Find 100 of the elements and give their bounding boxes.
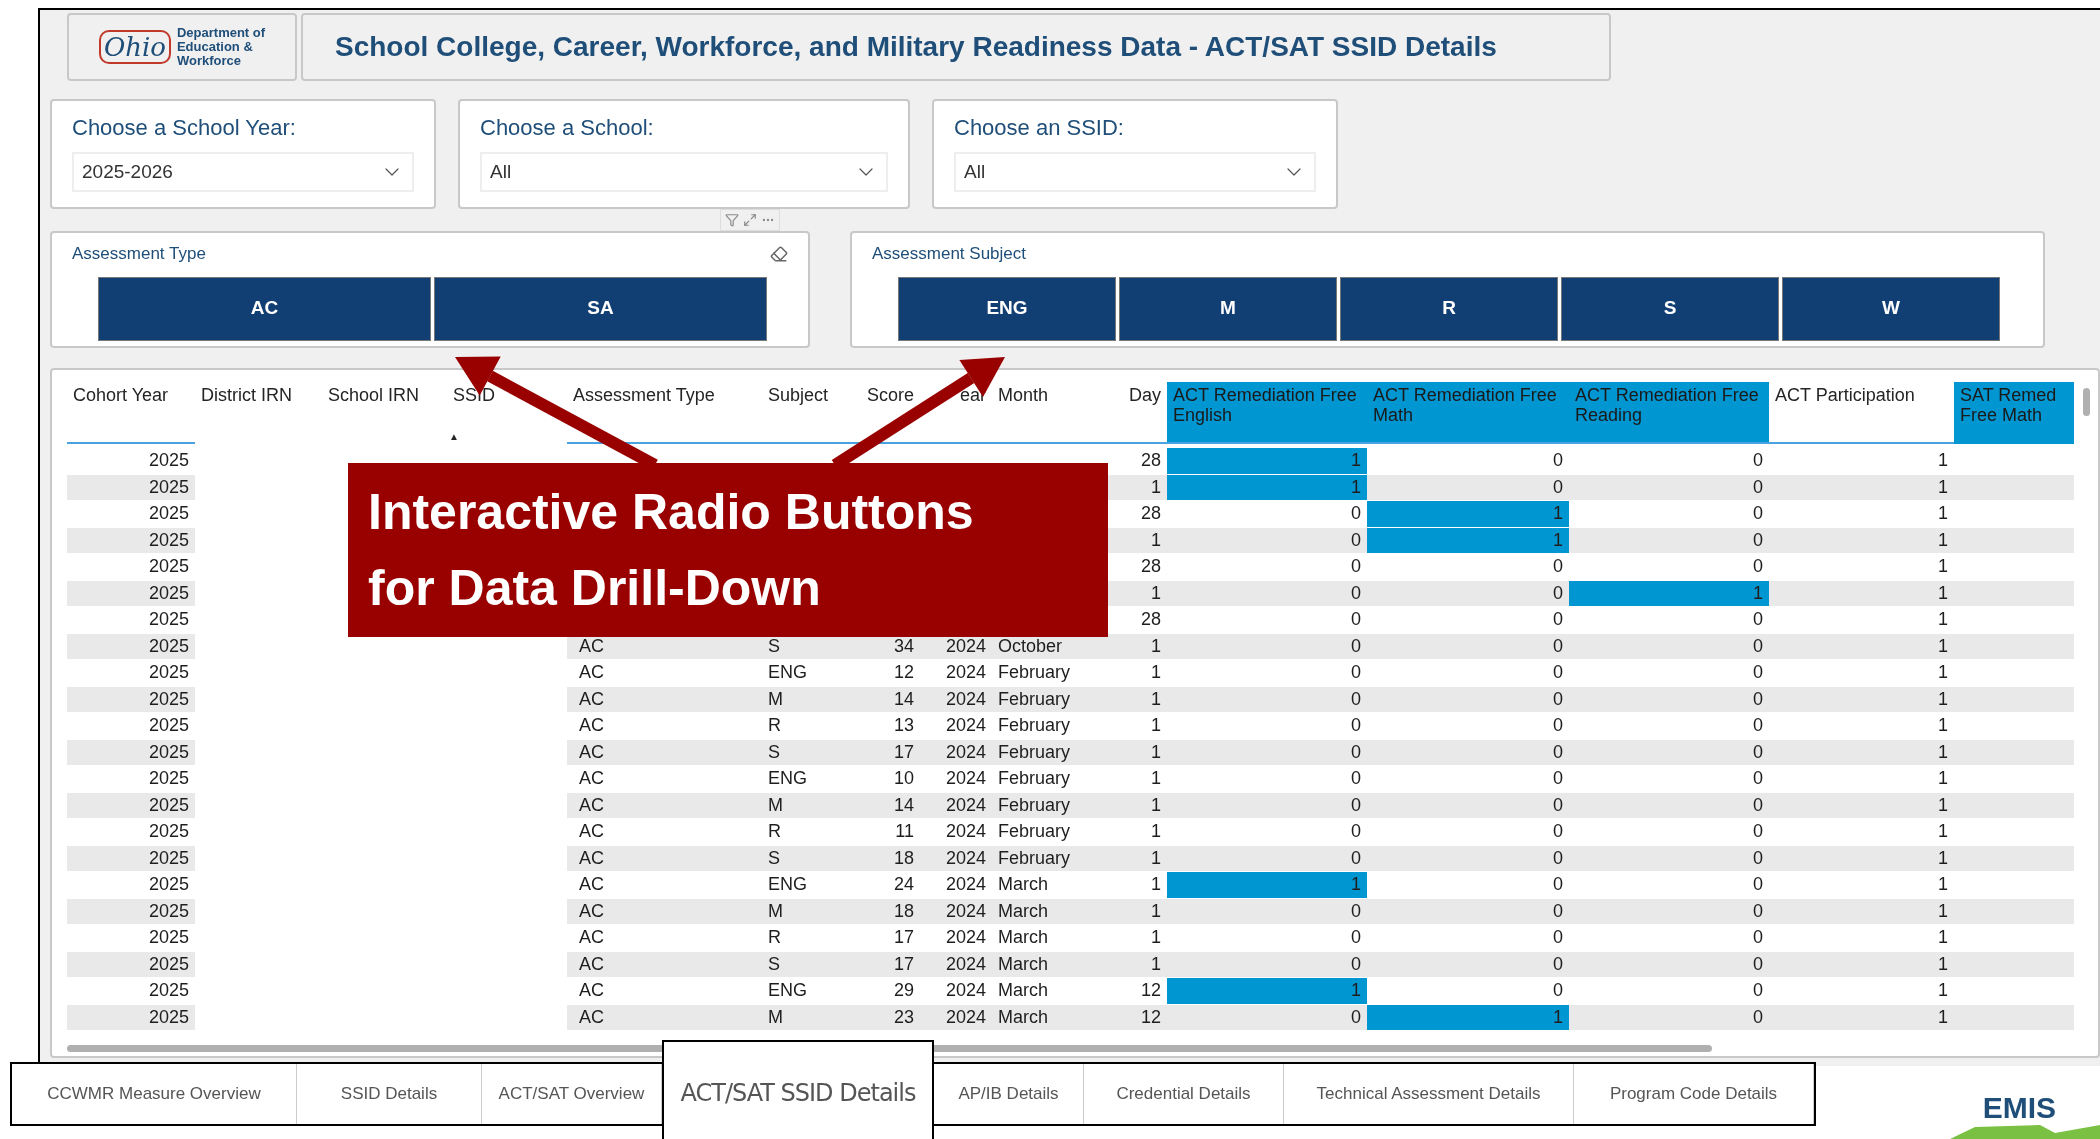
table-cell: February [992, 792, 1092, 819]
table-cell: 0 [1569, 686, 1769, 713]
table-cell: March [992, 1004, 1092, 1031]
table-cell: 1 [1167, 474, 1367, 501]
table-cell: 0 [1569, 633, 1769, 660]
table-cell: 0 [1367, 633, 1569, 660]
table-cell: 2024 [920, 845, 992, 872]
table-cell: February [992, 739, 1092, 766]
slicer-button[interactable]: SA [434, 276, 767, 341]
table-cell: 1 [1367, 501, 1569, 528]
logo-text: Department of Education & Workforce [176, 26, 266, 68]
slicer-button[interactable]: R [1340, 276, 1558, 341]
table-cell: 0 [1367, 898, 1569, 925]
table-cell: 1 [1769, 633, 1954, 660]
brand-wordmark: EMIS [1982, 1093, 2056, 1123]
table-cell: 2024 [920, 951, 992, 978]
table-cell: 0 [1367, 792, 1569, 819]
table-cell: 1 [1769, 686, 1954, 713]
table-cell: 1 [1167, 978, 1367, 1005]
table-cell: 1 [1769, 898, 1954, 925]
table-cell: AC [567, 898, 762, 925]
dropdown-field[interactable]: All [954, 152, 1316, 192]
table-cell: 0 [1167, 1004, 1367, 1031]
report-tab[interactable]: Technical Assessment Details [1284, 1064, 1574, 1124]
table-cell: 2025 [67, 739, 195, 766]
vertical-scrollbar[interactable] [2083, 388, 2090, 416]
slicer-title: Assessment Subject [872, 243, 1026, 265]
table-cell: 1 [1092, 633, 1167, 660]
table-cell: 1 [1769, 580, 1954, 607]
table-cell: 17 [852, 739, 920, 766]
column-header[interactable]: ACT Remediation Free Reading [1569, 382, 1769, 444]
sort-indicator[interactable]: ▲ [449, 432, 459, 442]
table-cell: 0 [1569, 898, 1769, 925]
table-cell: March [992, 951, 1092, 978]
slicer-button[interactable]: S [1561, 276, 1779, 341]
table-cell: 17 [852, 951, 920, 978]
slicer-button[interactable]: W [1782, 276, 2000, 341]
table-cell: 2025 [67, 951, 195, 978]
table-cell: 1 [1769, 1004, 1954, 1031]
slicer-button[interactable]: M [1119, 276, 1337, 341]
table-cell: 2025 [67, 686, 195, 713]
table-cell: 0 [1367, 951, 1569, 978]
table-cell: 1 [1092, 686, 1167, 713]
eraser-icon[interactable] [770, 244, 788, 263]
table-cell: 2024 [920, 686, 992, 713]
report-tab[interactable]: Credential Details [1084, 1064, 1284, 1124]
table-cell: 0 [1569, 1004, 1769, 1031]
report-tab[interactable]: CCWMR Measure Overview [12, 1064, 297, 1124]
column-header[interactable]: Subject [762, 382, 852, 444]
column-header[interactable]: SAT Remed Free Math [1954, 382, 2074, 444]
focus-mode-icon[interactable] [743, 213, 757, 227]
report-tab[interactable]: ACT/SAT SSID Details [662, 1040, 934, 1139]
table-cell: 2024 [920, 792, 992, 819]
report-tab[interactable]: AP/IB Details [934, 1064, 1084, 1124]
column-header[interactable]: Score [852, 382, 920, 444]
table-cell: 14 [852, 792, 920, 819]
table-cell: 0 [1367, 580, 1569, 607]
table-cell: 1 [1167, 448, 1367, 475]
slicer-button[interactable]: ENG [898, 276, 1116, 341]
table-cell: 2025 [67, 1004, 195, 1031]
dropdown-field[interactable]: All [480, 152, 888, 192]
table-cell: 18 [852, 845, 920, 872]
table-cell: 2025 [67, 633, 195, 660]
table-cell: 0 [1569, 474, 1769, 501]
table-cell: AC [567, 845, 762, 872]
callout-box: Interactive Radio Buttons for Data Drill-Down [348, 463, 1108, 637]
column-header[interactable]: ACT Remediation Free Math [1367, 382, 1569, 444]
table-cell: M [762, 1004, 852, 1031]
table-cell: S [762, 739, 852, 766]
table-cell: 0 [1569, 527, 1769, 554]
table-cell: 14 [852, 686, 920, 713]
column-header[interactable]: ACT Remediation Free English [1167, 382, 1367, 444]
slicer-title: Assessment Type [72, 243, 206, 265]
table-cell: 1 [1769, 792, 1954, 819]
column-header[interactable]: Month [992, 382, 1092, 444]
table-cell: 2024 [920, 898, 992, 925]
filter-label: Choose an SSID: [954, 114, 1125, 142]
dropdown-field[interactable]: 2025-2026 [72, 152, 414, 192]
report-tab[interactable]: Program Code Details [1574, 1064, 1814, 1124]
table-cell: 0 [1167, 845, 1367, 872]
table-cell: M [762, 686, 852, 713]
table-cell: AC [567, 739, 762, 766]
table-cell: AC [567, 686, 762, 713]
table-cell: 2025 [67, 527, 195, 554]
table-cell: 1 [1769, 845, 1954, 872]
column-header[interactable]: District IRN [195, 382, 322, 444]
report-tab[interactable]: SSID Details [297, 1064, 482, 1124]
column-header[interactable]: SSID ▲ [447, 382, 567, 444]
table-cell: 18 [852, 898, 920, 925]
column-header[interactable]: Assessment Type [567, 382, 762, 444]
table-cell: M [762, 792, 852, 819]
column-header[interactable]: Cohort Year [67, 382, 195, 444]
column-header[interactable]: School IRN [322, 382, 447, 444]
table-cell: 1 [1167, 872, 1367, 899]
table-cell: 2025 [67, 474, 195, 501]
table-cell: February [992, 845, 1092, 872]
filter-label: Choose a School: [480, 114, 655, 142]
slicer-button[interactable]: AC [98, 276, 431, 341]
table-cell: AC [567, 951, 762, 978]
filter-icon[interactable] [725, 213, 739, 227]
